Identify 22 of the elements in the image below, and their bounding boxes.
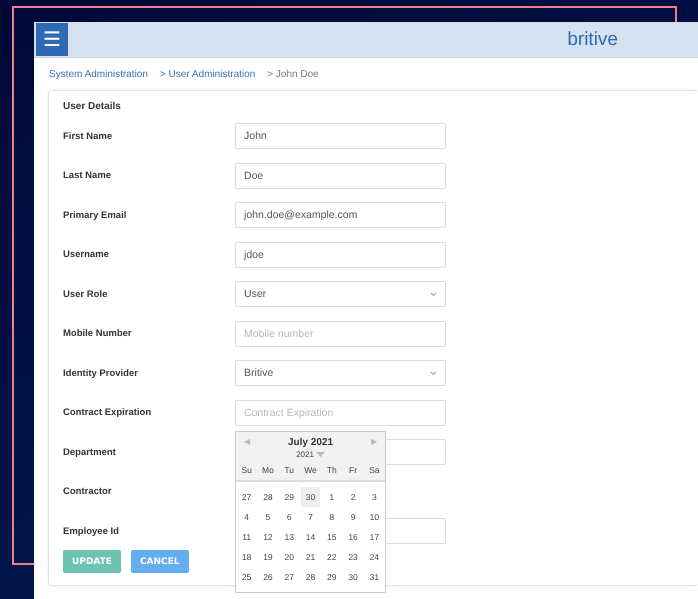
weekday-label: Th: [326, 464, 338, 476]
field-label: Last Name: [63, 170, 112, 181]
weekday-label: Mo: [261, 464, 275, 476]
field-label: Mobile Number: [63, 328, 133, 339]
weekday-label: Su: [240, 464, 253, 476]
weekday-label: We: [303, 464, 318, 476]
weekday-label: Tu: [283, 464, 295, 476]
weekday-label: Fr: [348, 464, 358, 476]
field-label: User Role: [63, 288, 108, 300]
field-label: Department: [63, 446, 117, 458]
field-label: Contractor: [63, 486, 113, 497]
field-label: Identity Provider: [63, 368, 139, 378]
breadcrumb-item: > John Doe: [267, 69, 319, 80]
field-label: Employee Id: [63, 526, 120, 536]
field-label: First Name: [63, 130, 114, 142]
weekday-label: Sa: [368, 464, 381, 476]
logo: britive: [567, 28, 618, 50]
field-label: Username: [63, 249, 110, 260]
field-label: Contract Expiration: [63, 407, 152, 418]
section-title: User Details: [63, 101, 122, 112]
month-title: July 2021: [288, 436, 334, 448]
field-label: Primary Email: [63, 210, 128, 220]
